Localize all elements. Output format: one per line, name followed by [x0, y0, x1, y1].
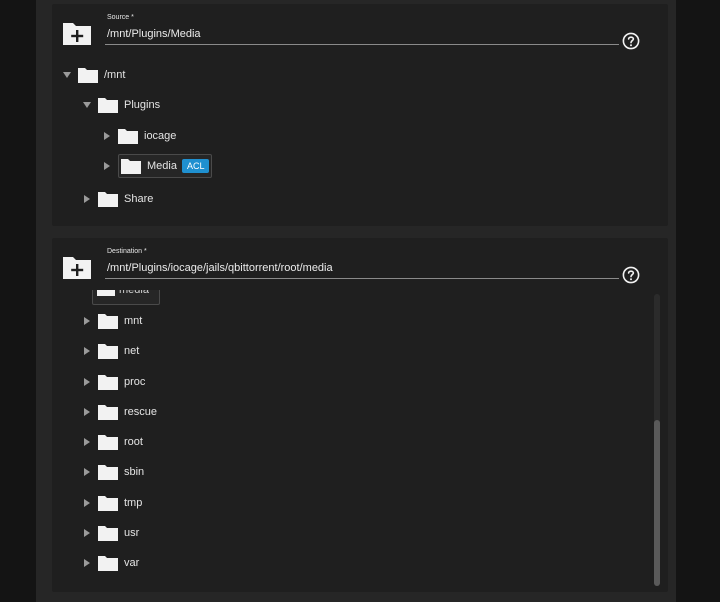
tree-node-mnt[interactable]: /mnt — [62, 64, 125, 86]
tree-scrollbar-thumb[interactable] — [654, 420, 660, 586]
caret-down-icon[interactable] — [82, 100, 92, 110]
help-circle-icon[interactable] — [622, 266, 640, 284]
tree-node-media[interactable]: Media ACL — [102, 154, 213, 178]
tree-node-plugins[interactable]: Plugins — [82, 94, 160, 116]
folder-icon — [98, 375, 118, 390]
tree-node-usr[interactable]: usr — [82, 522, 139, 544]
tree-node-sbin[interactable]: sbin — [82, 461, 144, 483]
folder-icon — [121, 159, 141, 174]
tree-node-label: rescue — [124, 406, 158, 418]
folder-icon — [118, 129, 138, 144]
destination-input[interactable] — [105, 258, 619, 279]
caret-right-icon[interactable] — [82, 467, 92, 477]
tree-node-rescue[interactable]: rescue — [82, 401, 157, 423]
folder-icon — [98, 344, 118, 359]
tree-node-media-partial[interactable]: media — [92, 290, 160, 305]
tree-node-label: sbin — [124, 466, 145, 478]
help-circle-icon[interactable] — [622, 32, 640, 50]
caret-right-icon[interactable] — [82, 498, 92, 508]
tree-node-label: root — [124, 436, 143, 448]
caret-right-icon[interactable] — [82, 316, 92, 326]
caret-right-icon[interactable] — [82, 528, 92, 538]
tree-node-label: proc — [124, 376, 146, 388]
source-field: Source * — [62, 14, 658, 58]
page-right-gutter — [676, 0, 720, 602]
source-label: Source * — [107, 14, 134, 21]
folder-icon — [98, 435, 118, 450]
destination-label: Destination * — [107, 248, 147, 255]
caret-right-icon[interactable] — [82, 407, 92, 417]
caret-right-icon[interactable] — [82, 558, 92, 568]
folder-icon — [98, 98, 118, 113]
folder-icon — [98, 192, 118, 207]
tree-node-var[interactable]: var — [82, 552, 139, 574]
tree-node-label: usr — [124, 527, 140, 539]
caret-down-icon[interactable] — [62, 70, 72, 80]
tree-node-label: Plugins — [124, 99, 161, 111]
folder-icon — [98, 556, 118, 571]
tree-node-share[interactable]: Share — [82, 188, 153, 210]
folder-icon — [97, 290, 115, 296]
folder-plus-icon[interactable] — [62, 254, 92, 280]
tree-node-tmp[interactable]: tmp — [82, 492, 142, 514]
tree-node-proc[interactable]: proc — [82, 371, 145, 393]
page-left-gutter — [0, 0, 36, 602]
tree-node-label: /mnt — [104, 69, 126, 81]
caret-right-icon[interactable] — [82, 437, 92, 447]
folder-icon — [98, 496, 118, 511]
tree-node-label: Media — [147, 160, 177, 172]
caret-right-icon[interactable] — [82, 346, 92, 356]
folder-icon — [98, 314, 118, 329]
caret-right-icon[interactable] — [82, 194, 92, 204]
tree-node-label: Share — [124, 193, 154, 205]
folder-icon — [98, 405, 118, 420]
acl-badge: ACL — [181, 159, 210, 173]
tree-node-root[interactable]: root — [82, 431, 143, 453]
destination-field: Destination * — [62, 248, 658, 292]
tree-node-label: var — [124, 557, 140, 569]
tree-node-mnt[interactable]: mnt — [82, 310, 142, 332]
tree-node-label: media — [119, 290, 149, 296]
tree-node-label: tmp — [124, 497, 143, 509]
tree-node-label: net — [124, 345, 140, 357]
tree-node-iocage[interactable]: iocage — [102, 125, 176, 147]
source-input[interactable] — [105, 24, 619, 45]
selected-node-highlight[interactable]: Media ACL — [118, 154, 213, 178]
folder-plus-icon[interactable] — [62, 20, 92, 46]
folder-icon — [98, 465, 118, 480]
caret-right-icon[interactable] — [102, 161, 112, 171]
caret-right-icon[interactable] — [102, 131, 112, 141]
tree-node-label: mnt — [124, 315, 143, 327]
folder-icon — [98, 526, 118, 541]
tree-node-label: iocage — [144, 130, 177, 142]
folder-icon — [78, 68, 98, 83]
tree-node-net[interactable]: net — [82, 340, 139, 362]
caret-right-icon[interactable] — [82, 377, 92, 387]
